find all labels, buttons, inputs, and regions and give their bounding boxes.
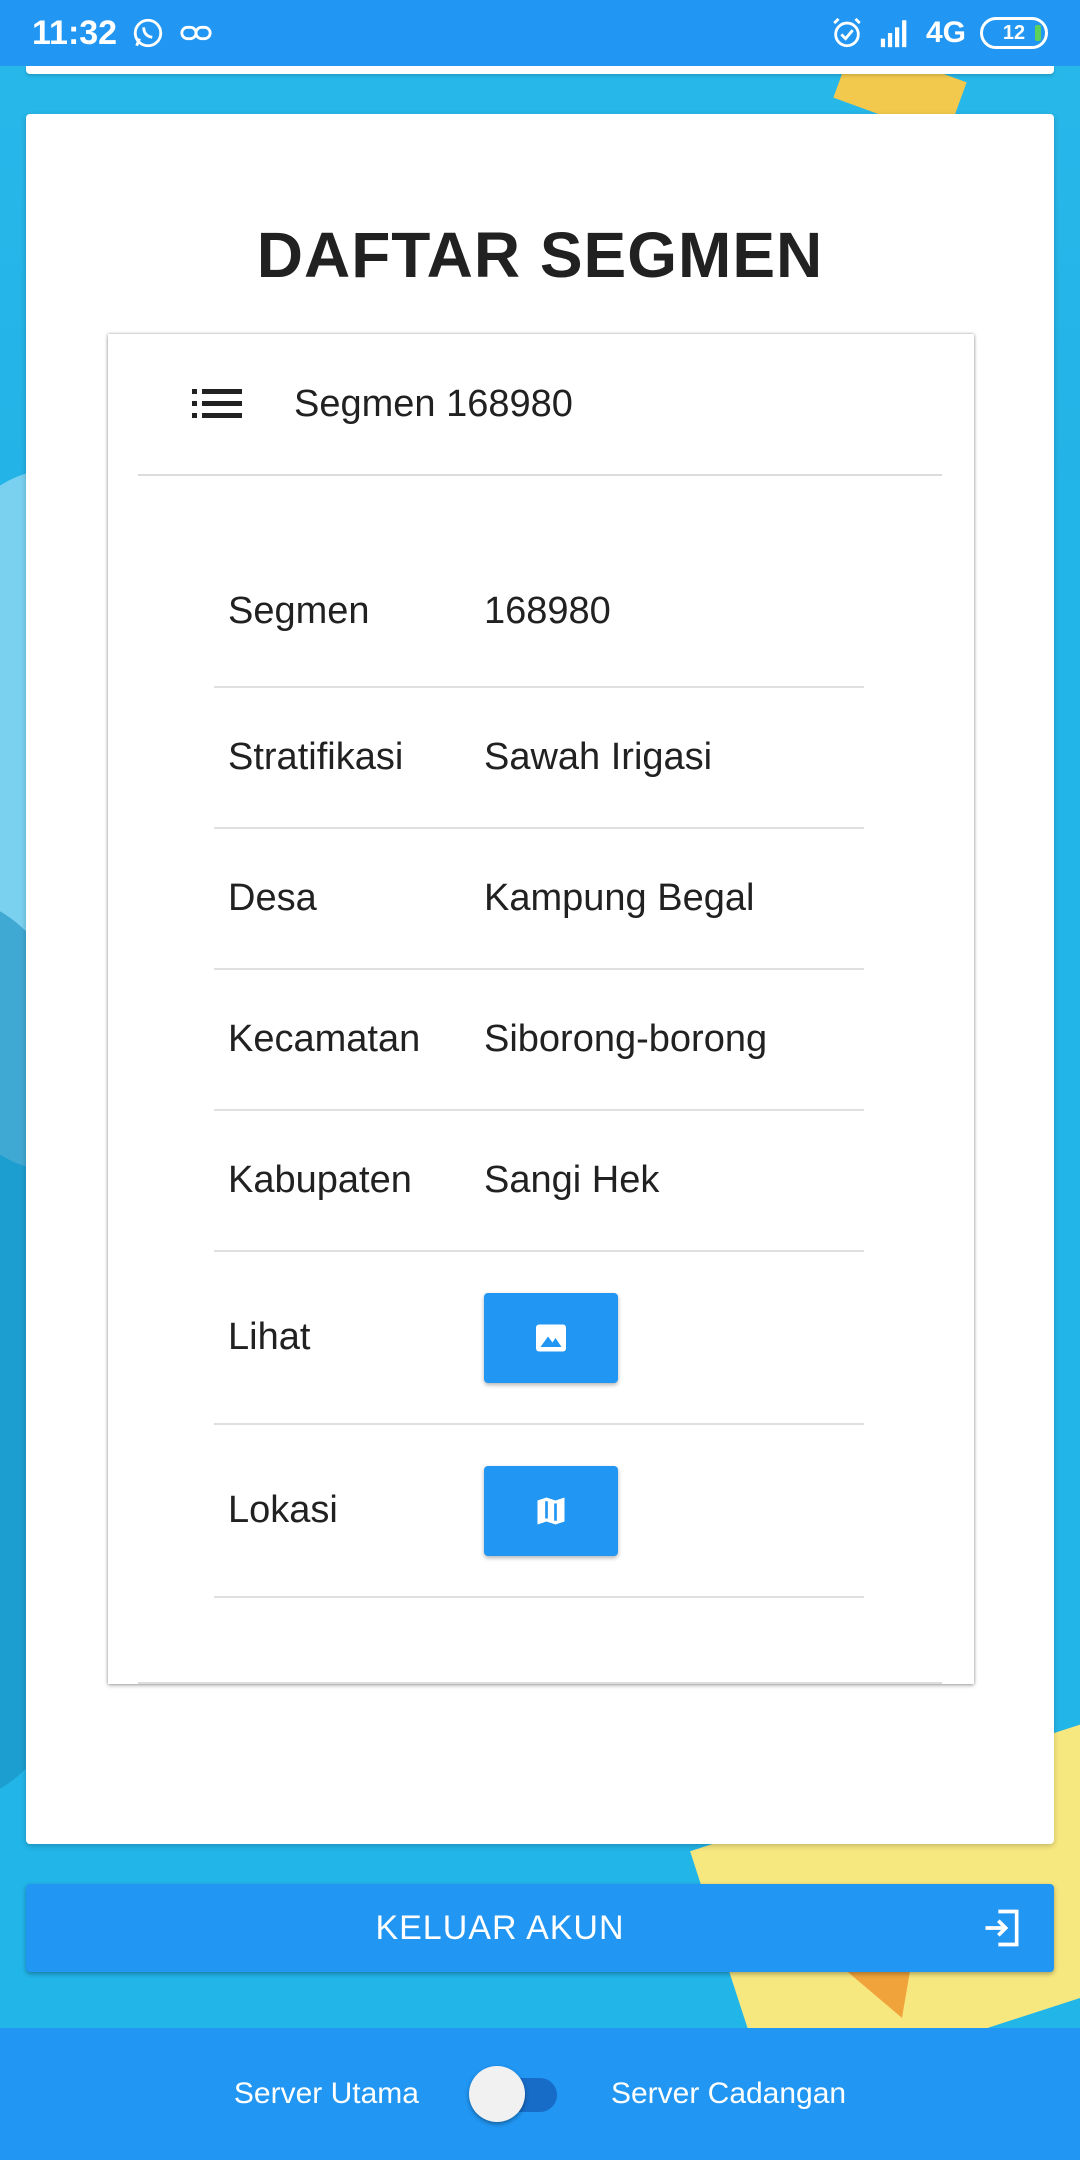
status-bar-left: 11:32	[32, 14, 213, 53]
status-time: 11:32	[32, 13, 118, 52]
row-label: Segmen	[228, 589, 370, 632]
server-toggle-switch[interactable]	[468, 2064, 561, 2124]
link-icon	[180, 25, 212, 41]
table-row-kabupaten: Kabupaten Sangi Hek	[214, 1111, 864, 1252]
alarm-icon	[833, 17, 861, 48]
row-value: 168980	[484, 589, 611, 632]
image-icon	[536, 1324, 566, 1351]
view-image-button[interactable]	[484, 1292, 618, 1383]
status-bar-right: 4G 12	[830, 16, 1048, 50]
page-title: DAFTAR SEGMEN	[256, 219, 824, 291]
logout-icon	[985, 1909, 1019, 1947]
server-primary-label: Server Utama	[233, 2077, 419, 2110]
table-row-stratifikasi: Stratifikasi Sawah Irigasi	[214, 688, 864, 829]
table-row-segmen: Segmen 168980	[214, 536, 864, 688]
logout-button-label: KELUAR AKUN	[375, 1908, 625, 1947]
logout-button[interactable]: KELUAR AKUN	[26, 1884, 1054, 1972]
row-action	[484, 1292, 864, 1383]
table-row-kecamatan: Kecamatan Siborong-borong	[214, 970, 864, 1111]
server-switch-bar: Server Utama Server Cadangan	[0, 2028, 1080, 2160]
battery-icon: 12	[980, 17, 1048, 49]
row-label: Lokasi	[228, 1489, 338, 1531]
row-label: Desa	[228, 877, 317, 919]
row-value: Siborong-borong	[484, 1018, 768, 1060]
whatsapp-icon	[133, 18, 163, 48]
map-icon	[537, 1497, 565, 1524]
segment-details-table: Segmen 168980 Stratifikasi Sawah Irigasi…	[214, 536, 864, 1598]
table-row-lokasi: Lokasi	[214, 1425, 864, 1598]
row-action	[484, 1465, 864, 1556]
divider	[138, 1682, 942, 1684]
top-card-edge	[26, 66, 1054, 74]
server-backup-label: Server Cadangan	[610, 2077, 847, 2110]
battery-level: 12	[1002, 21, 1026, 44]
status-bar: 11:32 4G 12	[0, 0, 1080, 66]
toggle-thumb	[468, 2066, 525, 2122]
row-label: Kecamatan	[228, 1018, 421, 1060]
row-value: Sangi Hek	[484, 1159, 660, 1201]
row-label: Stratifikasi	[228, 736, 404, 778]
list-icon	[192, 389, 242, 418]
segment-card: Segmen 168980 Segmen 168980 Stratifikasi…	[108, 334, 974, 1684]
network-type: 4G	[925, 16, 966, 49]
signal-icon	[880, 20, 907, 48]
table-row-desa: Desa Kampung Begal	[214, 829, 864, 970]
table-row-lihat: Lihat	[214, 1252, 864, 1425]
view-location-button[interactable]	[484, 1465, 618, 1556]
row-value: Sawah Irigasi	[484, 736, 713, 778]
row-label: Lihat	[228, 1316, 311, 1358]
row-label: Kabupaten	[228, 1159, 412, 1201]
segment-card-title: Segmen 168980	[294, 382, 573, 425]
segment-card-header[interactable]: Segmen 168980	[138, 334, 942, 476]
row-value: Kampung Begal	[484, 877, 755, 919]
